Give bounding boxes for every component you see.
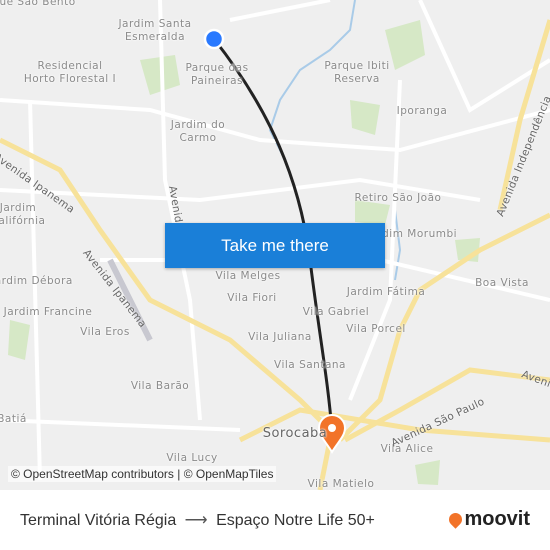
- map-label: Jardim Débora: [0, 275, 73, 287]
- map-label: Vila Matielo: [307, 478, 375, 490]
- map-label: Parque Ibiti Reserva: [324, 60, 390, 85]
- map-attribution[interactable]: © OpenStreetMap contributors | © OpenMap…: [8, 466, 277, 482]
- map-label: Vila Barão: [130, 380, 190, 392]
- map-label: Boa Vista: [475, 277, 529, 289]
- map-label: Iporanga: [396, 105, 448, 117]
- route-title: Terminal Vitória Régia ⟶ Espaço Notre Li…: [20, 510, 375, 530]
- map-label: Retiro São João: [354, 192, 442, 204]
- map-label: Vila Gabriel: [302, 306, 370, 318]
- map-label: Vila Santana: [274, 359, 346, 371]
- map-label: Vila Juliana: [248, 331, 312, 343]
- map-label: Vila Lucy: [166, 452, 218, 464]
- brand-name: moovit: [464, 508, 530, 530]
- map-label: Vila Alice: [380, 443, 434, 455]
- city-label: Sorocaba: [262, 426, 328, 441]
- map-label: Vila Porcel: [346, 323, 406, 335]
- map-label: Vila Fiori: [227, 292, 277, 304]
- map-label: Residencial Horto Florestal I: [23, 60, 117, 85]
- map-label: Parque das Paineiras: [185, 62, 249, 87]
- footer: Terminal Vitória Régia ⟶ Espaço Notre Li…: [0, 490, 550, 550]
- origin-name: Terminal Vitória Régia: [20, 512, 177, 529]
- destination-name: Espaço Notre Life 50+: [216, 512, 375, 529]
- take-me-there-button[interactable]: Take me there: [165, 223, 385, 268]
- map-label: Jardim Francine: [3, 306, 93, 318]
- map-label: Parque São Bento: [0, 0, 76, 8]
- map-label: Jardim Santa Esmeralda: [118, 18, 192, 43]
- moovit-logo[interactable]: moovit: [446, 508, 530, 531]
- arrow-right-icon: ⟶: [184, 512, 208, 529]
- map-label: Batiá: [0, 413, 27, 425]
- map[interactable]: Parque São Bento Jardim Santa Esmeralda …: [0, 0, 550, 490]
- origin-marker[interactable]: [203, 28, 225, 50]
- map-label: Vila Melges: [215, 270, 281, 282]
- map-label: Jardim Fátima: [346, 286, 426, 298]
- map-label: Vila Eros: [80, 326, 130, 338]
- map-label: Jardim do Carmo: [170, 119, 226, 144]
- map-label: Jardim Califórnia: [0, 202, 46, 227]
- moovit-pin-icon: [446, 510, 466, 529]
